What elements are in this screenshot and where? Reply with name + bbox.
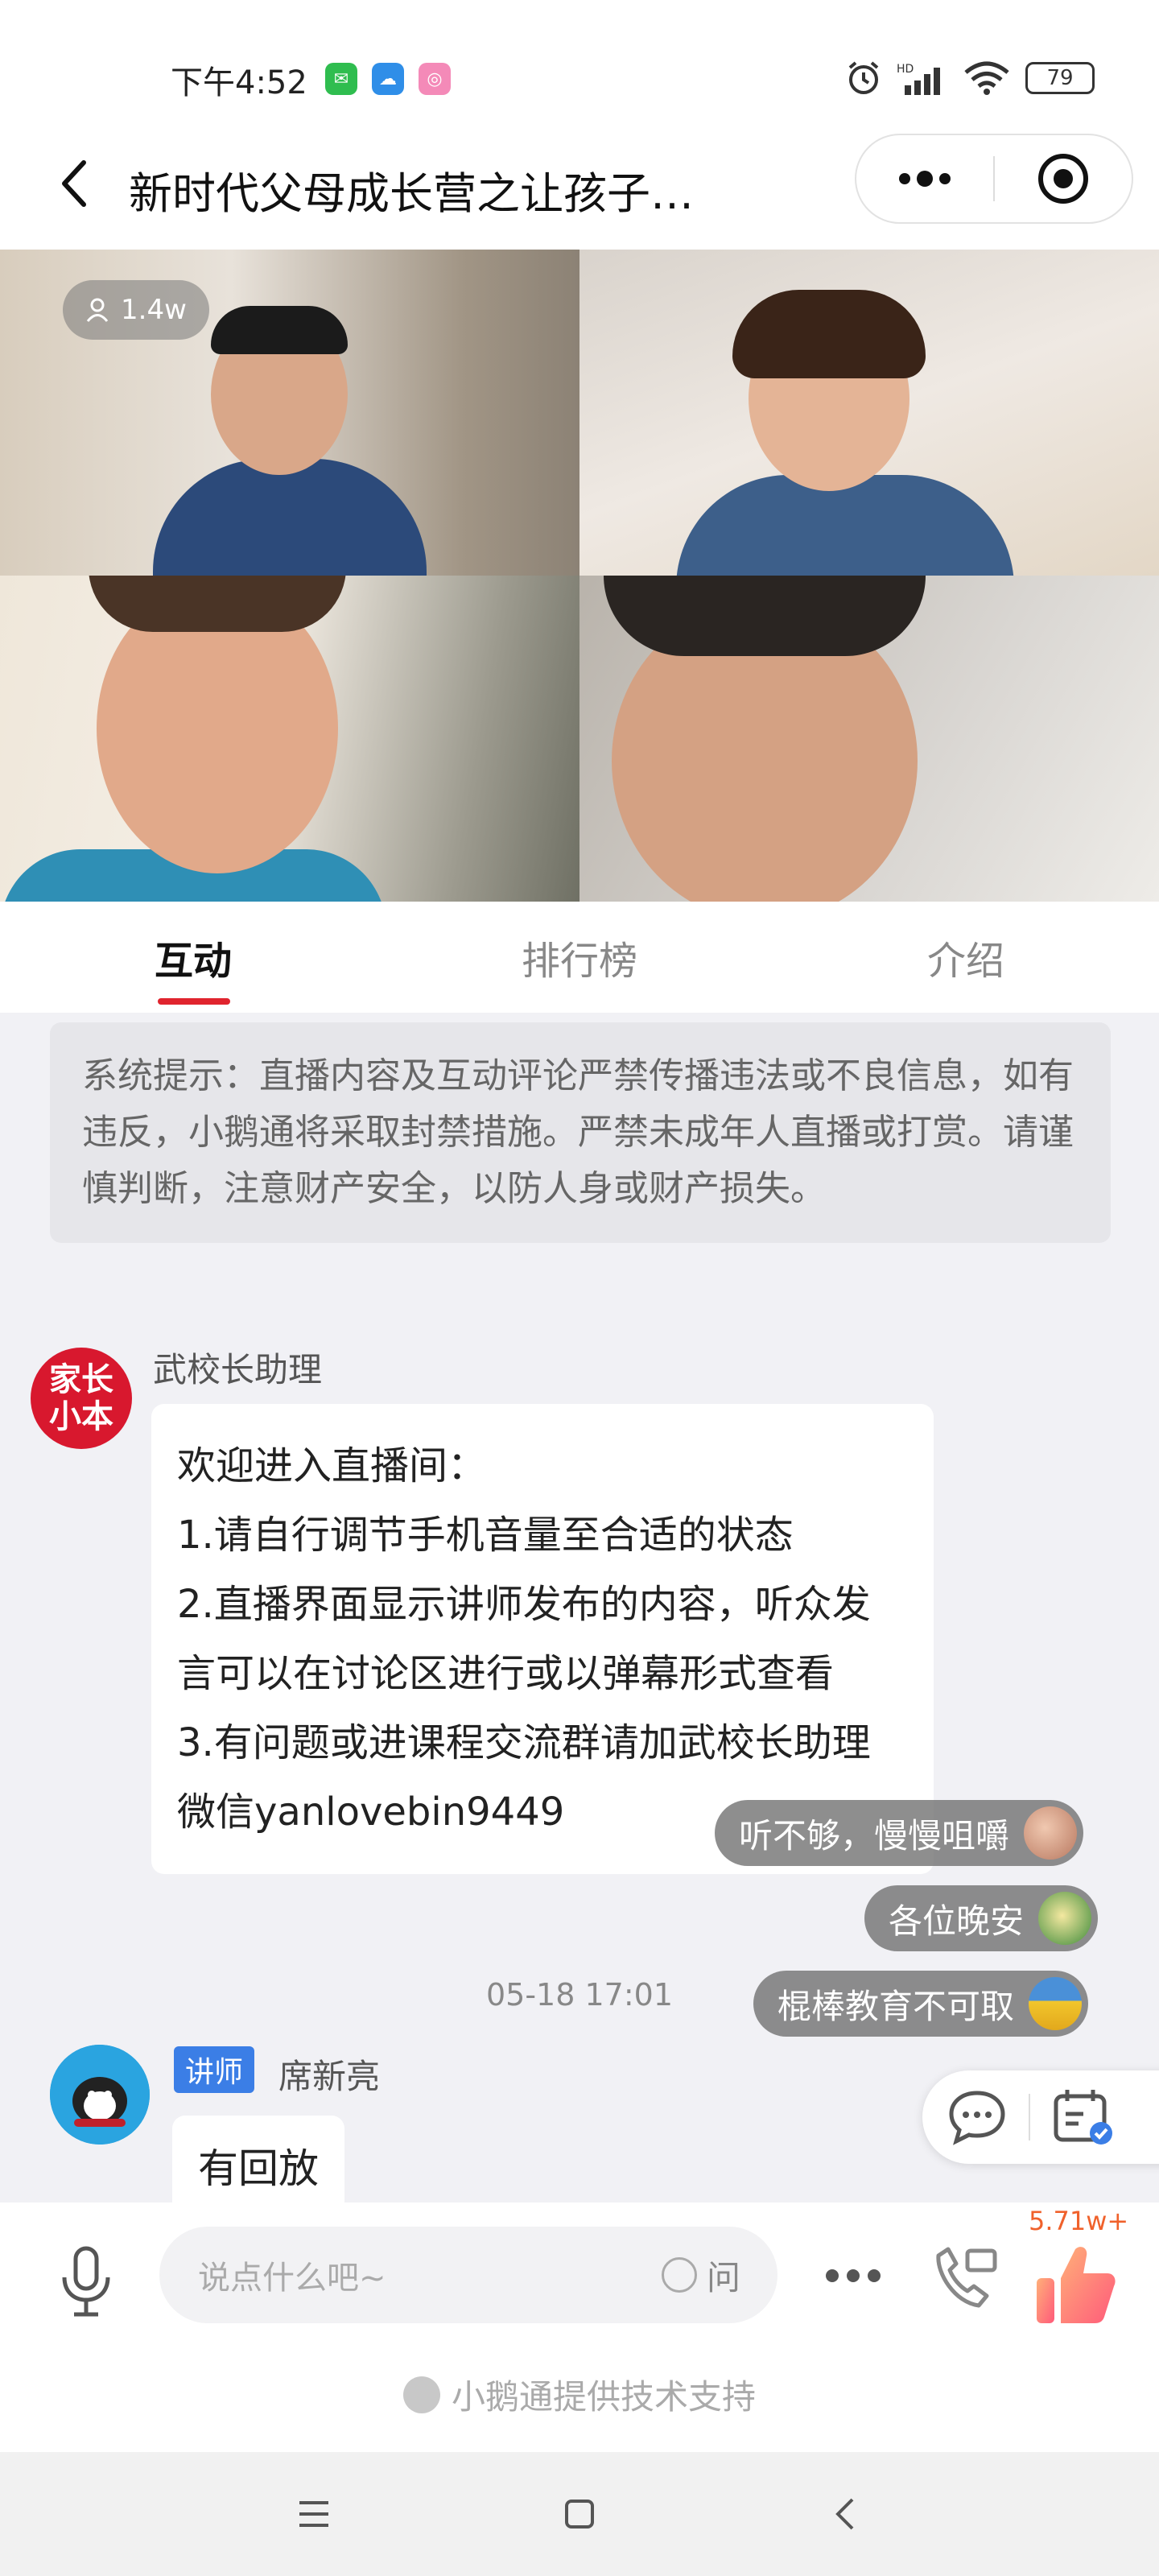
avatar[interactable]: 家长 小本: [31, 1348, 132, 1449]
header: 新时代父母成长营之让孩子…: [0, 129, 1159, 250]
system-nav-bar: [0, 2452, 1159, 2576]
danmaku-item: 听不够，慢慢咀嚼: [715, 1800, 1084, 1866]
message-bubble: 有回放: [172, 2116, 344, 2202]
like-count: 5.71w+: [1029, 2206, 1129, 2236]
floating-actions: [922, 2070, 1159, 2164]
live-video-grid[interactable]: [0, 250, 1159, 902]
wifi-icon: [964, 61, 1009, 95]
alarm-icon: [848, 61, 879, 94]
tech-support-line: 小鹅通提供技术支持: [0, 2370, 1159, 2419]
comment-input-placeholder: 说点什么吧~: [198, 2260, 386, 2297]
back-button[interactable]: [42, 151, 106, 216]
speaker-hair: [732, 290, 926, 378]
danmaku-avatar: [1029, 1977, 1083, 2030]
mini-program-capsule: [855, 134, 1133, 224]
sender-name: 席新亮: [278, 2057, 381, 2096]
video-tile-4[interactable]: [580, 576, 1159, 902]
danmaku-avatar: [1024, 1806, 1078, 1860]
xiaoe-logo-icon: [402, 2376, 440, 2413]
like-button[interactable]: [1030, 2240, 1127, 2328]
sender-name: 武校长助理: [153, 1350, 323, 1389]
dot-icon: [847, 2269, 860, 2282]
close-mini-program-button[interactable]: [995, 135, 1132, 222]
status-time: 下午4:52: [171, 64, 307, 101]
home-button[interactable]: [547, 2482, 612, 2546]
dot-icon: [826, 2269, 839, 2282]
schedule-check-icon[interactable]: [1051, 2087, 1116, 2148]
danmaku-avatar: [1038, 1892, 1092, 1945]
video-tile-2[interactable]: [580, 250, 1159, 576]
thumbs-up-icon: [1037, 2247, 1116, 2323]
input-bar: 说点什么吧~ 问 5.71w+ 小鹅通提供技术支持: [0, 2202, 1159, 2452]
chevron-left-icon: [835, 2498, 854, 2530]
recent-apps-button[interactable]: [282, 2482, 346, 2546]
phone-call-icon: [936, 2247, 997, 2308]
voice-call-button[interactable]: [924, 2240, 1004, 2320]
more-dots-icon: [899, 171, 951, 187]
tab-interaction[interactable]: 互动: [0, 902, 386, 1013]
lecturer-avatar-image: [50, 2045, 150, 2145]
tab-ranking[interactable]: 排行榜: [386, 902, 773, 1013]
dot-icon: [868, 2269, 881, 2282]
speaker-hair: [604, 576, 926, 656]
status-indicators: HD 79: [845, 60, 1095, 97]
status-bar: 下午4:52 ✉ ☁ ◎ HD 79: [0, 0, 1159, 129]
float-divider: [1029, 2094, 1030, 2140]
camera-app-icon: ◎: [419, 63, 451, 95]
system-notice: 系统提示：直播内容及互动评论严禁传播违法或不良信息，如有违反，小鹅通将采取封禁措…: [50, 1022, 1111, 1243]
lecturer-badge: 讲师: [174, 2046, 255, 2093]
danmaku-item: 各位晚安: [864, 1885, 1099, 1951]
user-icon: [86, 298, 109, 322]
tab-intro[interactable]: 介绍: [773, 902, 1159, 1013]
microphone-icon: [62, 2246, 110, 2317]
speaker-body: [153, 459, 427, 576]
system-back-button[interactable]: [813, 2482, 877, 2546]
viewer-count: 1.4w: [121, 294, 187, 326]
avatar-logo-text: 家长 小本: [49, 1361, 113, 1435]
voice-button[interactable]: [50, 2241, 122, 2322]
back-arrow-icon: [62, 160, 86, 207]
viewer-count-badge: 1.4w: [63, 280, 209, 340]
danmaku-text: 听不够，慢慢咀嚼: [739, 1815, 1010, 1856]
chat-area[interactable]: 系统提示：直播内容及互动评论严禁传播违法或不良信息，如有违反，小鹅通将采取封禁措…: [0, 1013, 1159, 2202]
more-options-button[interactable]: [813, 2240, 893, 2312]
svg-text:HD: HD: [897, 63, 914, 76]
danmaku-text: 棍棒教育不可取: [777, 1986, 1015, 2026]
radio-circle-icon: [661, 2257, 697, 2293]
speaker-body: [676, 475, 1014, 576]
comment-icon[interactable]: [947, 2088, 1008, 2146]
square-icon: [565, 2500, 594, 2529]
speaker-hair: [89, 576, 346, 632]
menu-lines-icon: [299, 2501, 328, 2527]
ask-question-toggle[interactable]: 问: [661, 2251, 740, 2300]
active-tab-indicator: [158, 998, 230, 1005]
comment-input[interactable]: 说点什么吧~ 问: [159, 2227, 777, 2323]
page-title: 新时代父母成长营之让孩子…: [129, 168, 694, 219]
cloud-icon: ☁: [372, 63, 404, 95]
wechat-icon: ✉: [325, 63, 357, 95]
more-menu-button[interactable]: [856, 135, 993, 222]
danmaku-text: 各位晚安: [889, 1901, 1025, 1941]
battery-indicator: 79: [1025, 62, 1095, 94]
hd-signal-icon: HD: [897, 63, 940, 95]
status-app-icons: ✉ ☁ ◎: [325, 63, 451, 95]
danmaku-item: 棍棒教育不可取: [753, 1971, 1089, 2037]
tab-bar: 互动 排行榜 介绍: [0, 902, 1159, 1013]
video-tile-3[interactable]: [0, 576, 580, 902]
target-icon: [1038, 154, 1088, 204]
speaker-hair: [211, 306, 348, 354]
avatar[interactable]: [50, 2045, 150, 2145]
tech-support-text: 小鹅通提供技术支持: [451, 2377, 756, 2417]
ask-label: 问: [706, 2257, 740, 2297]
